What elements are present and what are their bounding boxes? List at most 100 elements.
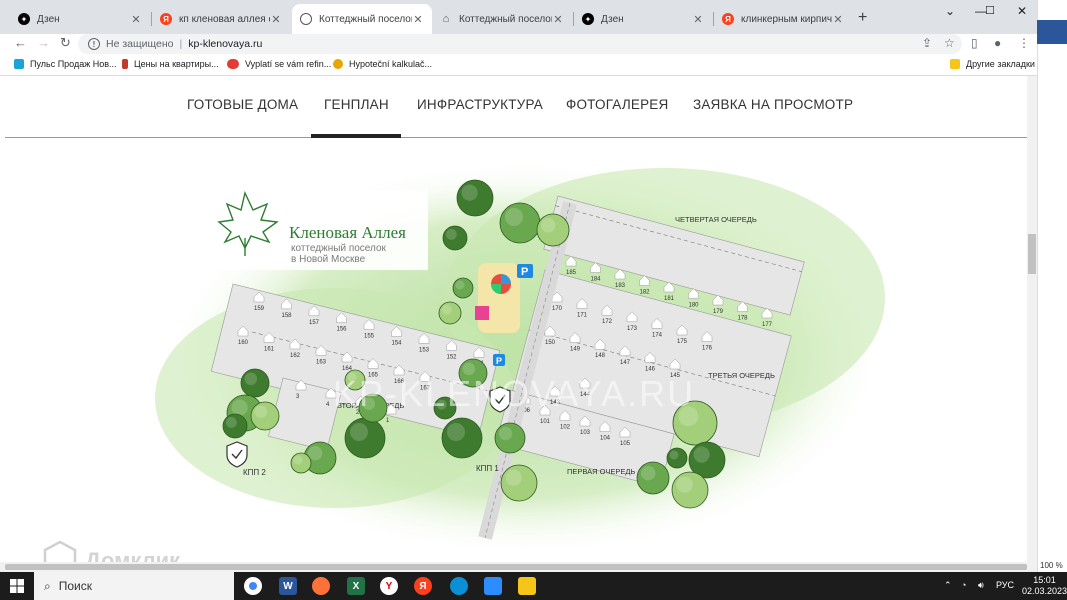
maximize-icon[interactable]: ☐: [985, 4, 995, 17]
window-menu-icon[interactable]: ⌄: [945, 4, 955, 18]
firefox-icon[interactable]: [312, 577, 330, 595]
yandex-browser-icon[interactable]: Y: [380, 577, 398, 595]
nav-ready-houses[interactable]: ГОТОВЫЕ ДОМА: [187, 97, 298, 112]
clock[interactable]: 15:01 02.03.2023: [1022, 575, 1067, 597]
back-icon[interactable]: ←: [14, 35, 27, 50]
new-tab-button[interactable]: +: [858, 9, 867, 27]
tab-kp-active[interactable]: Коттеджный поселок Кл ✕: [292, 4, 432, 34]
side-panel-icon[interactable]: ▯: [971, 36, 978, 50]
volume-icon[interactable]: 🔊︎: [978, 580, 984, 591]
yandex-icon[interactable]: Я: [414, 577, 432, 595]
bookmark-puls[interactable]: Пульс Продаж Нов...: [14, 59, 117, 69]
bookmark-hypo[interactable]: Hypoteční kalkulač...: [333, 59, 432, 69]
plot-number[interactable]: 148: [595, 353, 606, 359]
address-bar[interactable]: ! Не защищено | kp-klenovaya.ru: [78, 34, 962, 54]
reload-icon[interactable]: ↻: [60, 35, 71, 51]
nav-genplan[interactable]: ГЕНПЛАН: [324, 97, 389, 112]
plot-number[interactable]: 182: [640, 290, 651, 296]
plot-number[interactable]: 173: [627, 326, 638, 332]
windows-start-icon[interactable]: [10, 579, 24, 593]
plot-number[interactable]: 158: [282, 313, 293, 319]
plot-number[interactable]: 156: [337, 327, 348, 333]
language-indicator[interactable]: РУС: [996, 580, 1014, 590]
tab-yandex-2[interactable]: Я клинкерным кирпичом с ✕: [714, 4, 852, 34]
plot-number[interactable]: 180: [689, 303, 700, 309]
vertical-scroll-thumb[interactable]: [1028, 234, 1036, 274]
tab-kp-2[interactable]: ⌂ Коттеджный поселок Кл ✕: [432, 4, 572, 34]
plot-number[interactable]: 104: [600, 436, 611, 442]
bookmark-star-icon[interactable]: ☆: [944, 36, 955, 50]
plot-number[interactable]: 172: [602, 319, 613, 325]
excel-icon[interactable]: X: [347, 577, 365, 595]
bookmark-label: Vyplatí se vám refin...: [245, 59, 332, 69]
plot-number[interactable]: 146: [645, 366, 656, 372]
taskbar-search[interactable]: ⌕ Поиск: [34, 572, 234, 600]
plot-number[interactable]: 101: [540, 419, 551, 425]
logo-line1: коттеджный поселок: [291, 243, 387, 254]
plot-number[interactable]: 163: [316, 360, 327, 366]
plot-number[interactable]: 152: [447, 354, 458, 360]
plot-number[interactable]: 150: [545, 340, 556, 346]
plot-number[interactable]: 170: [552, 306, 563, 312]
close-tab-icon[interactable]: ✕: [552, 13, 564, 26]
word-icon[interactable]: W: [279, 577, 297, 595]
close-window-icon[interactable]: ✕: [1017, 4, 1027, 18]
chrome-icon[interactable]: [244, 577, 262, 595]
forward-icon[interactable]: →: [37, 35, 50, 50]
plot-number[interactable]: 157: [309, 320, 320, 326]
tab-yandex-search[interactable]: Я кп кленовая аллея офиц ✕: [152, 4, 290, 34]
plot-number[interactable]: 176: [702, 346, 713, 352]
logo-line2: в Новой Москве: [291, 254, 366, 265]
plot-number[interactable]: 105: [620, 441, 631, 447]
tab-dzen-1[interactable]: ✦ Дзен ✕: [10, 4, 150, 34]
bookmark-prices[interactable]: Цены на квартиры...: [122, 59, 219, 69]
plot-number[interactable]: 162: [290, 353, 301, 359]
close-tab-icon[interactable]: ✕: [412, 13, 424, 26]
plot-number[interactable]: 147: [620, 360, 631, 366]
plot-number[interactable]: 161: [264, 347, 275, 353]
plot-number[interactable]: 185: [566, 270, 577, 276]
network-icon[interactable]: ◔: [961, 580, 966, 590]
tab-dzen-2[interactable]: ✦ Дзен ✕: [574, 4, 712, 34]
plot-number[interactable]: 177: [762, 322, 773, 328]
plot-number[interactable]: 183: [615, 283, 626, 289]
close-tab-icon[interactable]: ✕: [832, 13, 844, 26]
close-tab-icon[interactable]: ✕: [130, 13, 142, 26]
bookmark-refin[interactable]: Vyplatí se vám refin...: [227, 59, 331, 69]
plot-number[interactable]: 178: [738, 316, 749, 322]
plot-number[interactable]: 160: [238, 340, 249, 346]
share-icon[interactable]: ⇪: [922, 36, 932, 50]
plot-number[interactable]: 103: [580, 430, 591, 436]
zoom-level: 100 %: [1040, 561, 1063, 570]
nav-infrastructure[interactable]: ИНФРАСТРУКТУРА: [417, 97, 543, 112]
profile-icon[interactable]: ●: [994, 36, 1001, 50]
plot-number[interactable]: 179: [713, 309, 724, 315]
file-explorer-icon[interactable]: [518, 577, 536, 595]
plot-number[interactable]: 102: [560, 425, 571, 431]
plot-number[interactable]: 153: [419, 347, 430, 353]
chat-icon[interactable]: [1037, 20, 1067, 44]
zoom-app-icon[interactable]: [484, 577, 502, 595]
horizontal-scroll-thumb[interactable]: [5, 564, 1027, 570]
plot-number[interactable]: 184: [591, 277, 602, 283]
plot-number[interactable]: 175: [677, 339, 688, 345]
menu-icon[interactable]: ⋮: [1018, 36, 1030, 50]
plot-number[interactable]: 181: [664, 296, 675, 302]
vertical-scrollbar[interactable]: [1027, 76, 1037, 562]
edge-icon[interactable]: [450, 577, 468, 595]
close-tab-icon[interactable]: ✕: [692, 13, 704, 26]
plot-number[interactable]: 149: [570, 347, 581, 353]
nav-request-view[interactable]: ЗАЯВКА НА ПРОСМОТР: [693, 97, 853, 112]
plot-number[interactable]: 171: [577, 313, 588, 319]
plot-number[interactable]: 155: [364, 334, 375, 340]
master-plan-map[interactable]: Кленовая Аллея коттеджный поселок в Ново…: [5, 138, 1027, 572]
plot-number[interactable]: 174: [652, 332, 663, 338]
plot-number[interactable]: 159: [254, 306, 265, 312]
tray-chevron-icon[interactable]: ⌃: [944, 580, 952, 591]
search-icon: ⌕: [44, 578, 51, 593]
plot-number[interactable]: 154: [392, 341, 403, 347]
other-bookmarks[interactable]: Другие закладки: [950, 59, 1035, 69]
clock-date: 02.03.2023: [1022, 586, 1067, 596]
nav-gallery[interactable]: ФОТОГАЛЕРЕЯ: [566, 97, 668, 112]
close-tab-icon[interactable]: ✕: [270, 13, 282, 26]
